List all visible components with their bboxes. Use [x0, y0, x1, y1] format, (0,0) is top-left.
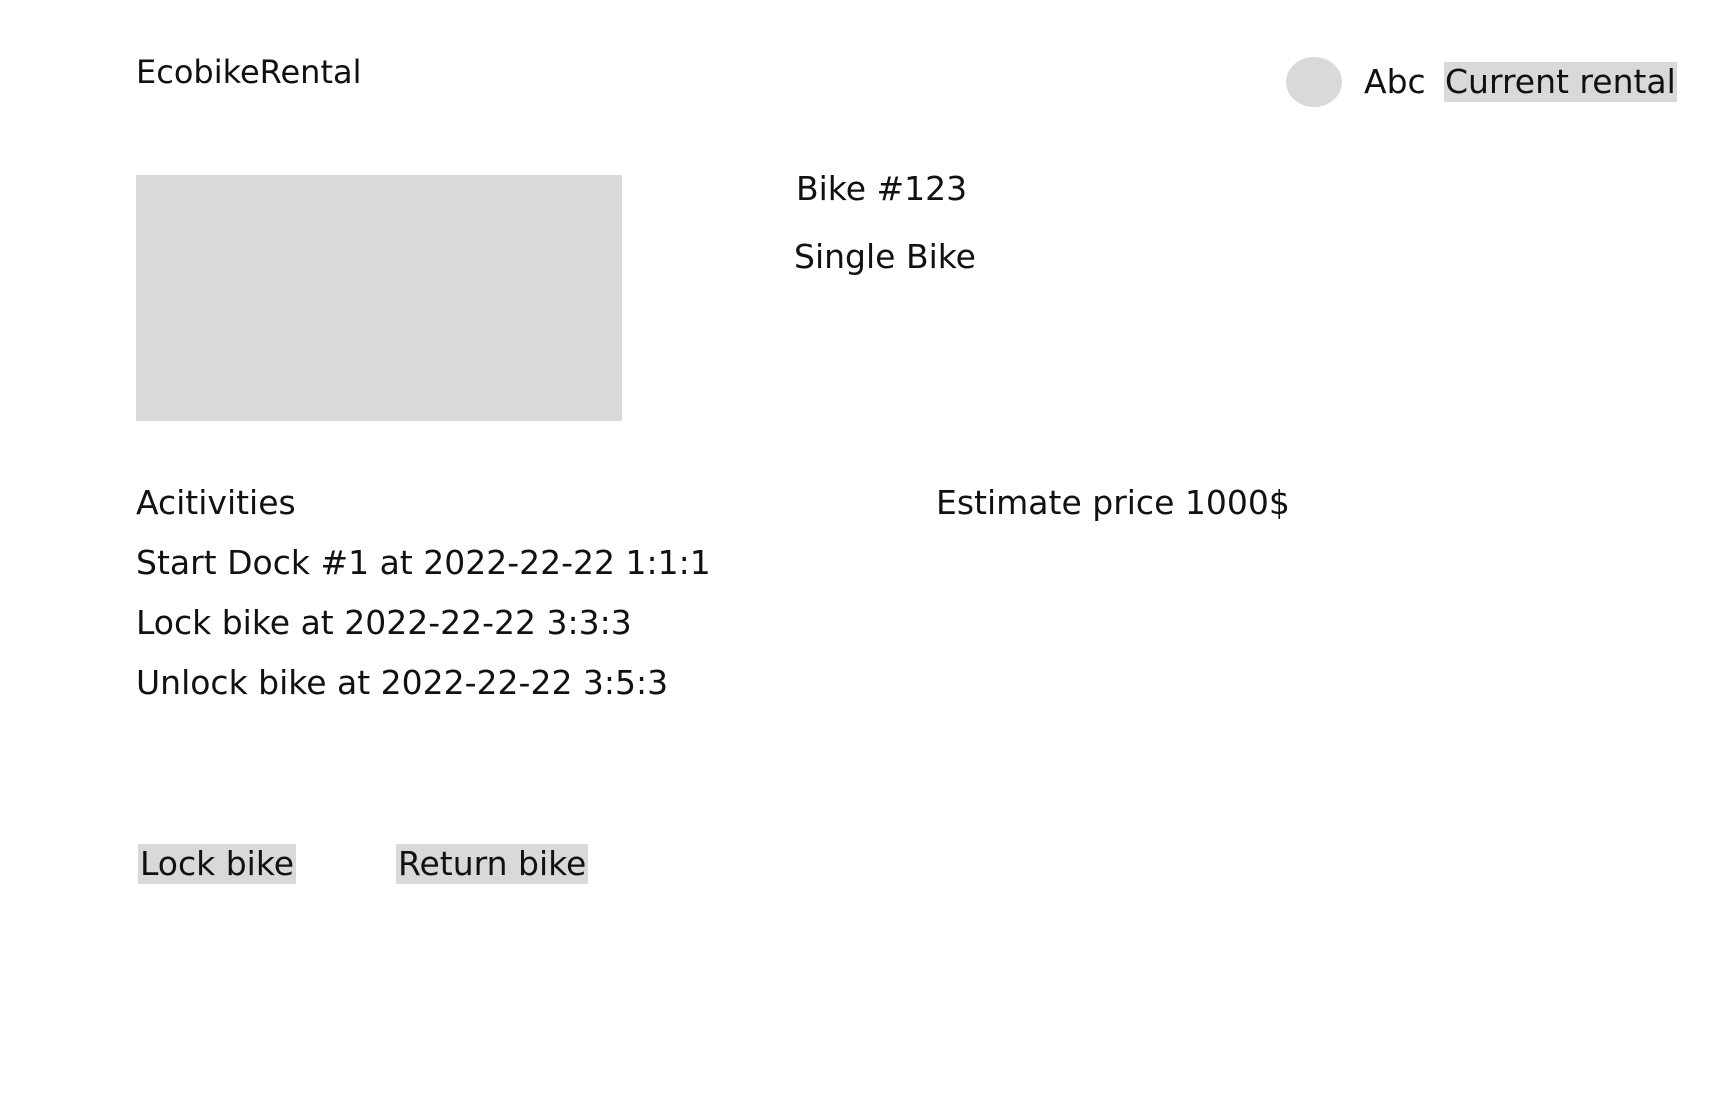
estimate-price-label: Estimate price 1000$	[936, 483, 1290, 522]
bike-id-label: Bike #123	[796, 169, 968, 208]
lock-bike-button[interactable]: Lock bike	[138, 844, 297, 884]
activity-item: Start Dock #1 at 2022-22-22 1:1:1	[136, 543, 711, 582]
avatar[interactable]	[1286, 57, 1342, 107]
activity-item: Unlock bike at 2022-22-22 3:5:3	[136, 663, 669, 702]
app-brand[interactable]: EcobikeRental	[136, 52, 361, 92]
bike-image-placeholder	[136, 175, 622, 421]
return-bike-button[interactable]: Return bike	[396, 844, 589, 884]
activity-item: Lock bike at 2022-22-22 3:3:3	[136, 603, 632, 642]
bike-type-label: Single Bike	[794, 237, 976, 276]
username-label: Abc	[1364, 62, 1426, 101]
bike-rental-page: EcobikeRental Abc Current rental Bike #1…	[0, 0, 1728, 1117]
current-rental-button[interactable]: Current rental	[1444, 62, 1677, 102]
activities-heading: Acitivities	[136, 483, 296, 522]
